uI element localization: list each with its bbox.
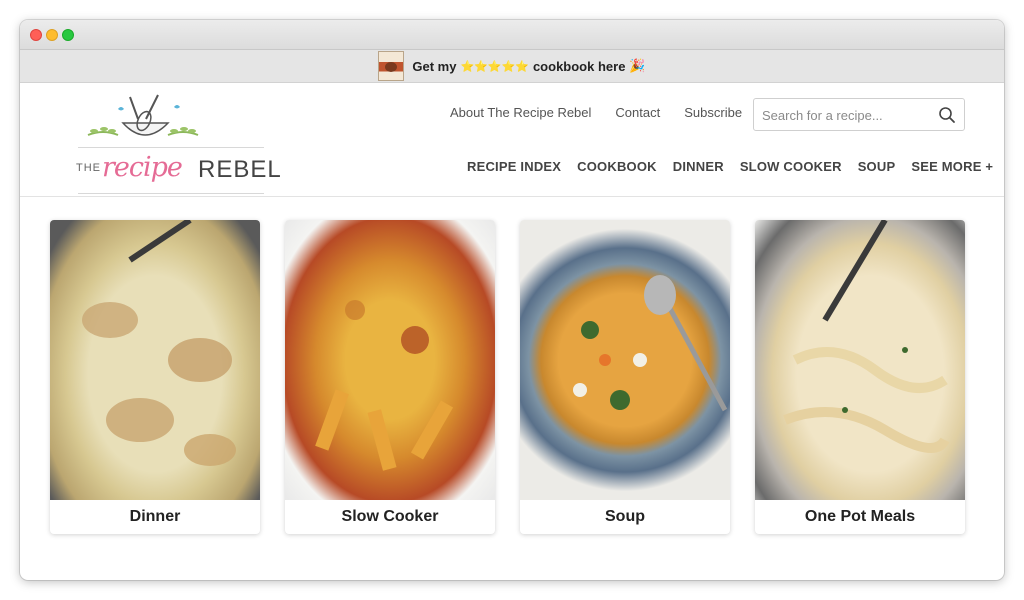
search-box	[753, 98, 965, 131]
cookbook-cover-icon	[378, 51, 405, 81]
subscribe-link[interactable]: Subscribe	[684, 105, 742, 120]
party-popper-icon: 🎉	[629, 58, 646, 73]
card-label-soup: Soup	[605, 508, 645, 525]
maximize-window-button[interactable]	[62, 29, 74, 41]
nav-soup[interactable]: SOUP	[858, 159, 896, 174]
nav-cookbook[interactable]: COOKBOOK	[577, 159, 657, 174]
window-titlebar	[20, 20, 1004, 50]
main-nav: RECIPE INDEX COOKBOOK DINNER SLOW COOKER…	[467, 159, 993, 174]
category-cards: Dinner Slow Cooker Soup One Pot Meals	[50, 220, 965, 534]
promo-text-after: cookbook here	[532, 58, 626, 74]
card-label-dinner: Dinner	[129, 508, 181, 525]
site-header: THE recipe REBEL About The Recipe Rebel …	[20, 83, 1004, 197]
category-card-slow-cooker[interactable]: Slow Cooker	[285, 220, 495, 534]
category-card-dinner[interactable]: Dinner	[50, 220, 260, 534]
five-stars: ⭐⭐⭐⭐⭐	[460, 60, 529, 73]
logo-the-text: THE	[76, 162, 101, 174]
logo-divider-bottom	[78, 193, 264, 194]
slow-cooker-photo	[285, 220, 495, 500]
secondary-nav: About The Recipe Rebel Contact Subscribe	[450, 105, 742, 120]
cookbook-promo-banner[interactable]: Get my ⭐⭐⭐⭐⭐ cookbook here 🎉	[20, 50, 1004, 83]
card-label-one-pot-meals: One Pot Meals	[804, 508, 916, 525]
logo-rebel-text: REBEL	[198, 156, 282, 183]
search-icon[interactable]	[938, 106, 956, 124]
browser-window: Get my ⭐⭐⭐⭐⭐ cookbook here 🎉 THE recipe …	[20, 20, 1004, 580]
logo-divider-top	[78, 147, 264, 148]
one-pot-meals-photo	[755, 220, 965, 500]
card-label-slow-cooker: Slow Cooker	[341, 508, 439, 525]
category-card-one-pot-meals[interactable]: One Pot Meals	[755, 220, 965, 534]
promo-text: Get my ⭐⭐⭐⭐⭐ cookbook here 🎉	[412, 58, 645, 74]
site-logo[interactable]: THE recipe REBEL	[48, 89, 281, 194]
minimize-window-button[interactable]	[46, 29, 58, 41]
nav-see-more[interactable]: SEE MORE +	[911, 159, 993, 174]
contact-link[interactable]: Contact	[615, 105, 660, 120]
nav-slow-cooker[interactable]: SLOW COOKER	[740, 159, 842, 174]
nav-recipe-index[interactable]: RECIPE INDEX	[467, 159, 561, 174]
logo-recipe-text: recipe	[102, 152, 183, 183]
nav-dinner[interactable]: DINNER	[673, 159, 724, 174]
dinner-photo	[50, 220, 260, 500]
about-link[interactable]: About The Recipe Rebel	[450, 105, 591, 120]
close-window-button[interactable]	[30, 29, 42, 41]
search-input[interactable]	[762, 106, 932, 124]
category-card-soup[interactable]: Soup	[520, 220, 730, 534]
whisk-bowl-icon	[87, 94, 199, 136]
soup-photo	[520, 220, 730, 500]
promo-text-before: Get my	[412, 58, 457, 74]
